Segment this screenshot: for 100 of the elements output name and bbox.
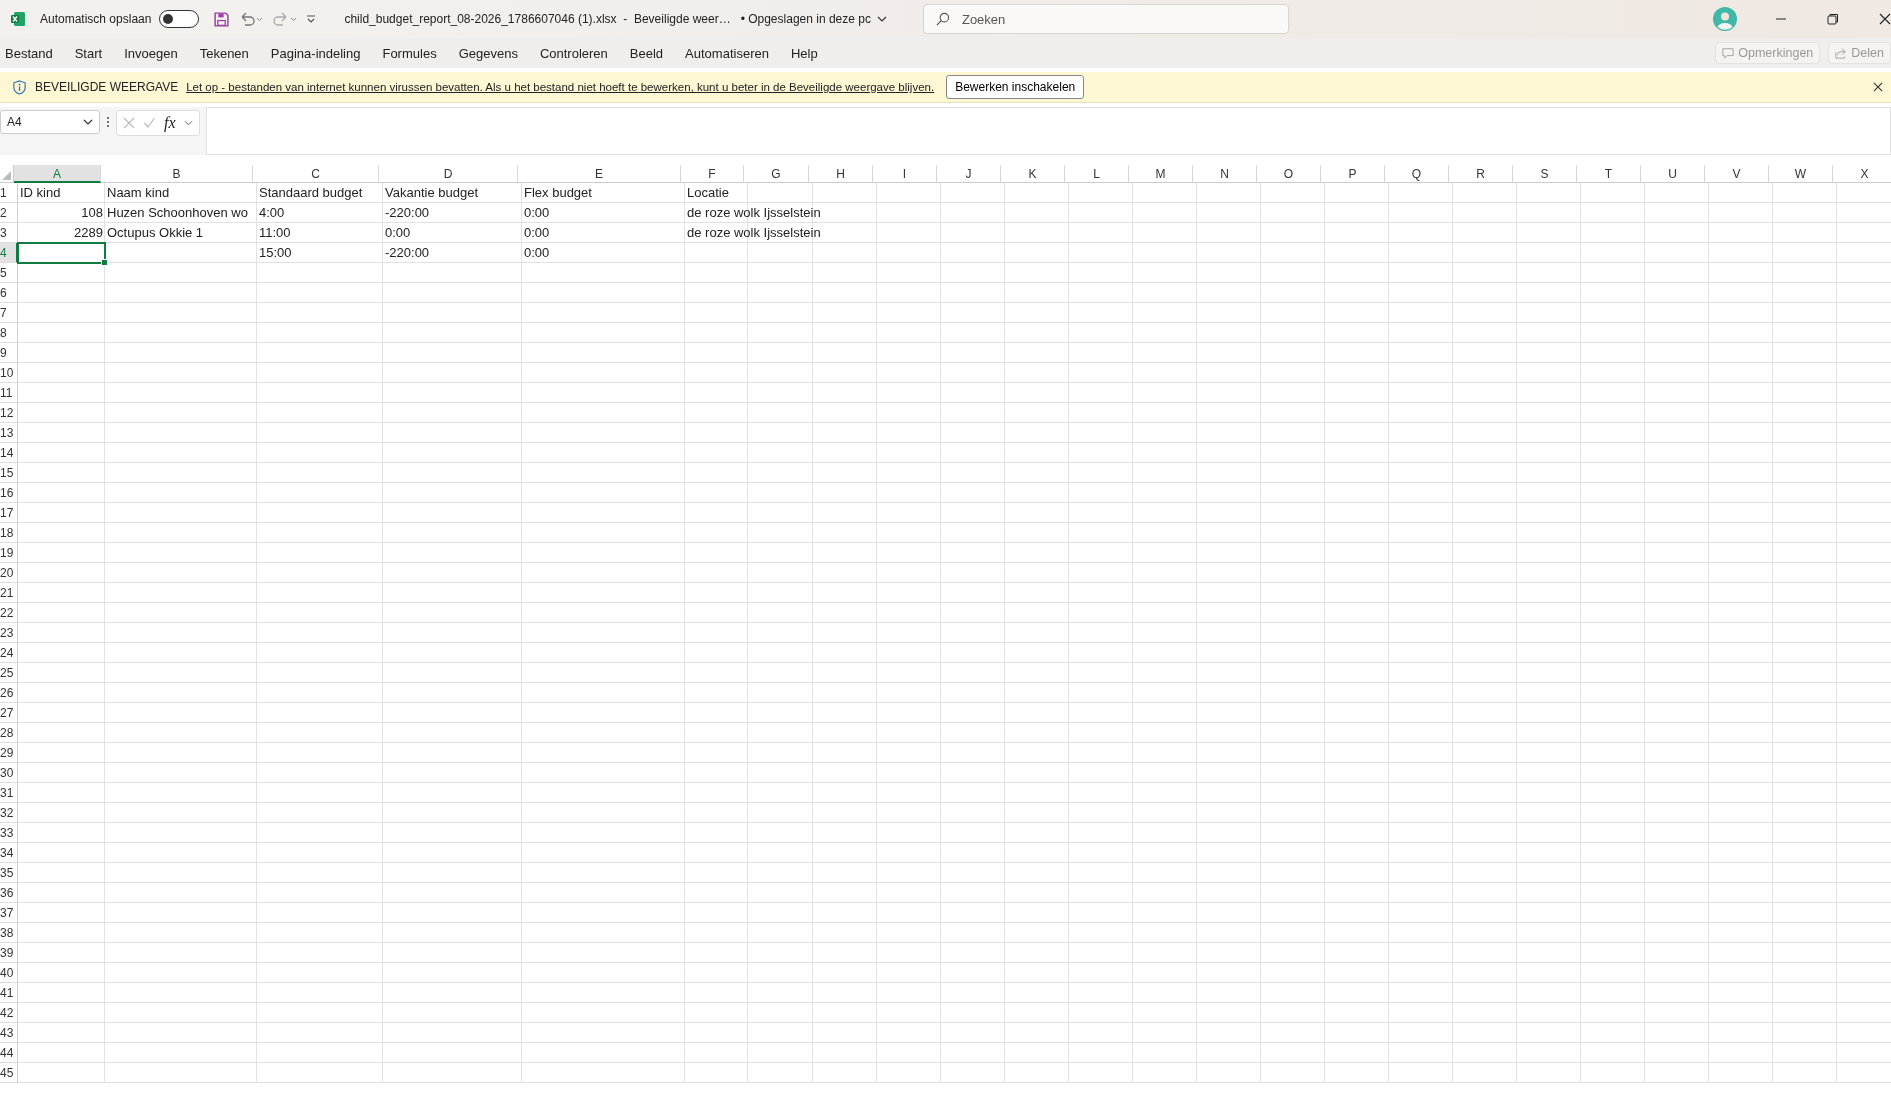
row-header[interactable]: 42 <box>0 1003 18 1023</box>
row-header[interactable]: 2 <box>0 203 18 223</box>
row-header[interactable]: 24 <box>0 643 18 663</box>
insert-function-button[interactable]: fx <box>164 114 176 132</box>
menu-tab[interactable]: Gegevens <box>458 45 518 61</box>
row-header[interactable]: 11 <box>0 383 18 403</box>
row-header[interactable]: 31 <box>0 783 18 803</box>
row-header[interactable]: 21 <box>0 583 18 603</box>
column-header[interactable]: P <box>1321 165 1385 183</box>
row-header[interactable]: 25 <box>0 663 18 683</box>
caret-icon[interactable] <box>83 119 93 125</box>
restore-icon[interactable] <box>1827 13 1839 25</box>
check-icon[interactable] <box>143 117 156 129</box>
column-header[interactable]: F <box>681 165 744 183</box>
row-header[interactable]: 30 <box>0 763 18 783</box>
column-header[interactable]: K <box>1001 165 1065 183</box>
menu-tab[interactable]: Beeld <box>629 45 664 61</box>
row-header[interactable]: 8 <box>0 323 18 343</box>
column-header[interactable]: R <box>1449 165 1513 183</box>
row-header[interactable]: 45 <box>0 1063 18 1083</box>
cell-text: Locatie <box>687 185 729 201</box>
column-header[interactable]: A <box>14 165 101 183</box>
menu-tab[interactable]: Controleren <box>539 45 608 61</box>
row-header[interactable]: 9 <box>0 343 18 363</box>
row-header[interactable]: 4 <box>0 243 18 263</box>
menu-tab[interactable]: Pagina-indeling <box>270 45 361 61</box>
row-header[interactable]: 39 <box>0 943 18 963</box>
caret-icon[interactable] <box>876 16 887 22</box>
column-header[interactable]: H <box>809 165 873 183</box>
row-header[interactable]: 10 <box>0 363 18 383</box>
row-header[interactable]: 36 <box>0 883 18 903</box>
row-header[interactable]: 38 <box>0 923 18 943</box>
column-header[interactable]: U <box>1641 165 1705 183</box>
column-header[interactable]: C <box>253 165 379 183</box>
row-header[interactable]: 23 <box>0 623 18 643</box>
column-header[interactable]: M <box>1129 165 1193 183</box>
row-header[interactable]: 34 <box>0 843 18 863</box>
active-cell[interactable] <box>17 242 106 264</box>
column-header[interactable]: G <box>744 165 809 183</box>
row-header[interactable]: 5 <box>0 263 18 283</box>
column-header[interactable]: E <box>518 165 681 183</box>
column-header[interactable]: O <box>1257 165 1321 183</box>
row-header[interactable]: 22 <box>0 603 18 623</box>
row-header[interactable]: 6 <box>0 283 18 303</box>
menu-tab[interactable]: Invoegen <box>124 45 178 61</box>
column-header[interactable]: D <box>379 165 518 183</box>
close-icon[interactable] <box>1873 82 1883 92</box>
row-header[interactable]: 41 <box>0 983 18 1003</box>
search-field[interactable]: Zoeken <box>922 4 1289 34</box>
menu-tab[interactable]: Tekenen <box>199 45 249 61</box>
row-header[interactable]: 33 <box>0 823 18 843</box>
row-header[interactable]: 40 <box>0 963 18 983</box>
row-header[interactable]: 16 <box>0 483 18 503</box>
row-header[interactable]: 43 <box>0 1023 18 1043</box>
row-header[interactable]: 3 <box>0 223 18 243</box>
row-header[interactable]: 27 <box>0 703 18 723</box>
row-header[interactable]: 18 <box>0 523 18 543</box>
row-header[interactable]: 37 <box>0 903 18 923</box>
menu-tab[interactable]: Help <box>790 45 818 61</box>
column-header[interactable]: V <box>1705 165 1769 183</box>
row-header[interactable]: 13 <box>0 423 18 443</box>
name-box[interactable]: A4 <box>0 110 100 134</box>
row-header[interactable]: 1 <box>0 183 18 203</box>
save-icon[interactable] <box>213 10 231 28</box>
row-header[interactable]: 44 <box>0 1043 18 1063</box>
save-status-menu[interactable]: • Opgeslagen in deze pc <box>740 12 887 26</box>
row-header[interactable]: 15 <box>0 463 18 483</box>
row-header[interactable]: 26 <box>0 683 18 703</box>
more-options-icon[interactable] <box>106 116 110 128</box>
column-header[interactable]: J <box>937 165 1001 183</box>
customize-caret-icon[interactable] <box>306 14 317 24</box>
row-header[interactable]: 35 <box>0 863 18 883</box>
row-header[interactable]: 28 <box>0 723 18 743</box>
column-header[interactable]: T <box>1577 165 1641 183</box>
row-header[interactable]: 12 <box>0 403 18 423</box>
column-header[interactable]: N <box>1193 165 1257 183</box>
autosave-toggle[interactable] <box>159 10 200 28</box>
column-header[interactable]: S <box>1513 165 1577 183</box>
row-header[interactable]: 14 <box>0 443 18 463</box>
row-header[interactable]: 19 <box>0 543 18 563</box>
menu-tab[interactable]: Start <box>74 45 103 61</box>
row-header[interactable]: 32 <box>0 803 18 823</box>
column-header[interactable]: B <box>101 165 253 183</box>
column-header[interactable]: I <box>873 165 937 183</box>
row-header[interactable]: 17 <box>0 503 18 523</box>
formula-input[interactable] <box>205 107 1891 155</box>
column-header[interactable]: Q <box>1385 165 1449 183</box>
column-header[interactable]: L <box>1065 165 1129 183</box>
close-icon[interactable] <box>1879 13 1891 25</box>
menu-tab[interactable]: Automatiseren <box>685 45 769 61</box>
column-header[interactable]: X <box>1833 165 1891 183</box>
menu-tab[interactable]: Formules <box>382 45 437 61</box>
row-header[interactable]: 29 <box>0 743 18 763</box>
row-header[interactable]: 20 <box>0 563 18 583</box>
column-header[interactable]: W <box>1769 165 1833 183</box>
cell-text: 11:00 <box>259 225 291 241</box>
enable-editing-button[interactable]: Bewerken inschakelen <box>946 75 1085 99</box>
row-header[interactable]: 7 <box>0 303 18 323</box>
protected-view-link[interactable]: Let op - bestanden van internet kunnen virussen bevatten. Als u het bestand niet hoeft te bewerken, kunt u beter in de Beveiligde weergave blijven. <box>186 81 935 93</box>
menu-tab[interactable]: Bestand <box>5 45 53 61</box>
